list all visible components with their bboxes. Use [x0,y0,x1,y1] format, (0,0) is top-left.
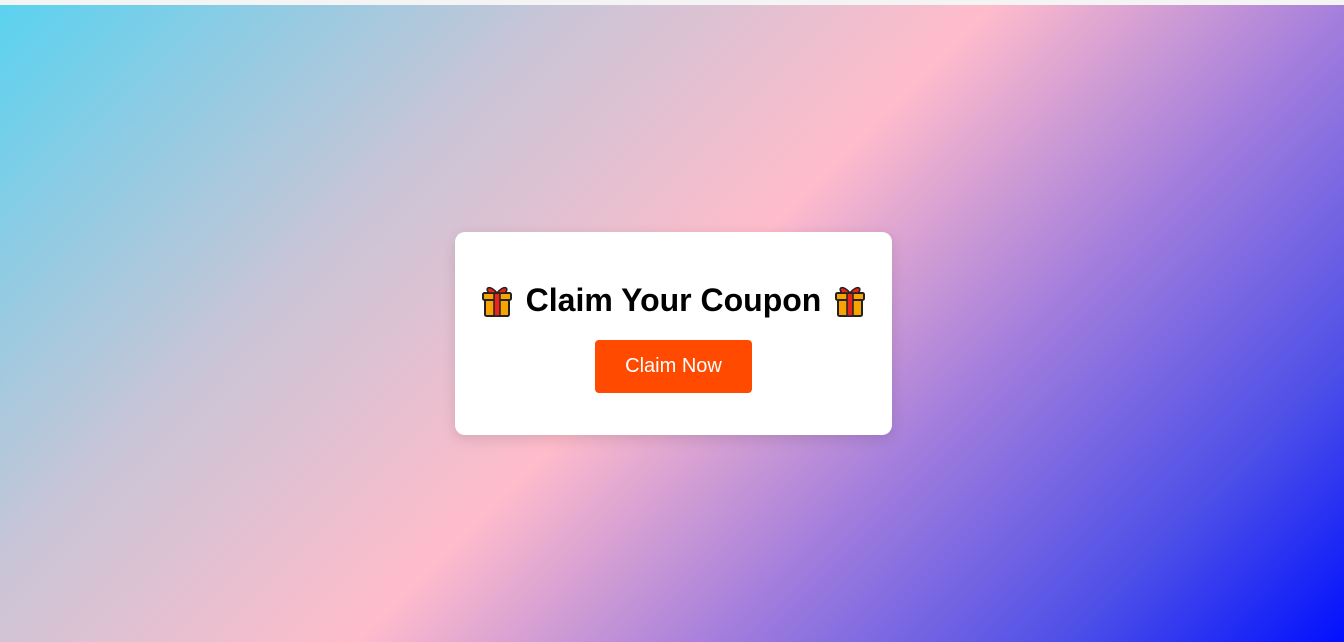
coupon-title-text: Claim Your Coupon [525,282,822,318]
gift-icon [480,282,514,318]
coupon-title: Claim Your Coupon [455,280,892,320]
gift-icon [833,282,867,318]
coupon-card: Claim Your Coupon Claim Now [455,232,892,435]
claim-now-button[interactable]: Claim Now [595,340,752,393]
